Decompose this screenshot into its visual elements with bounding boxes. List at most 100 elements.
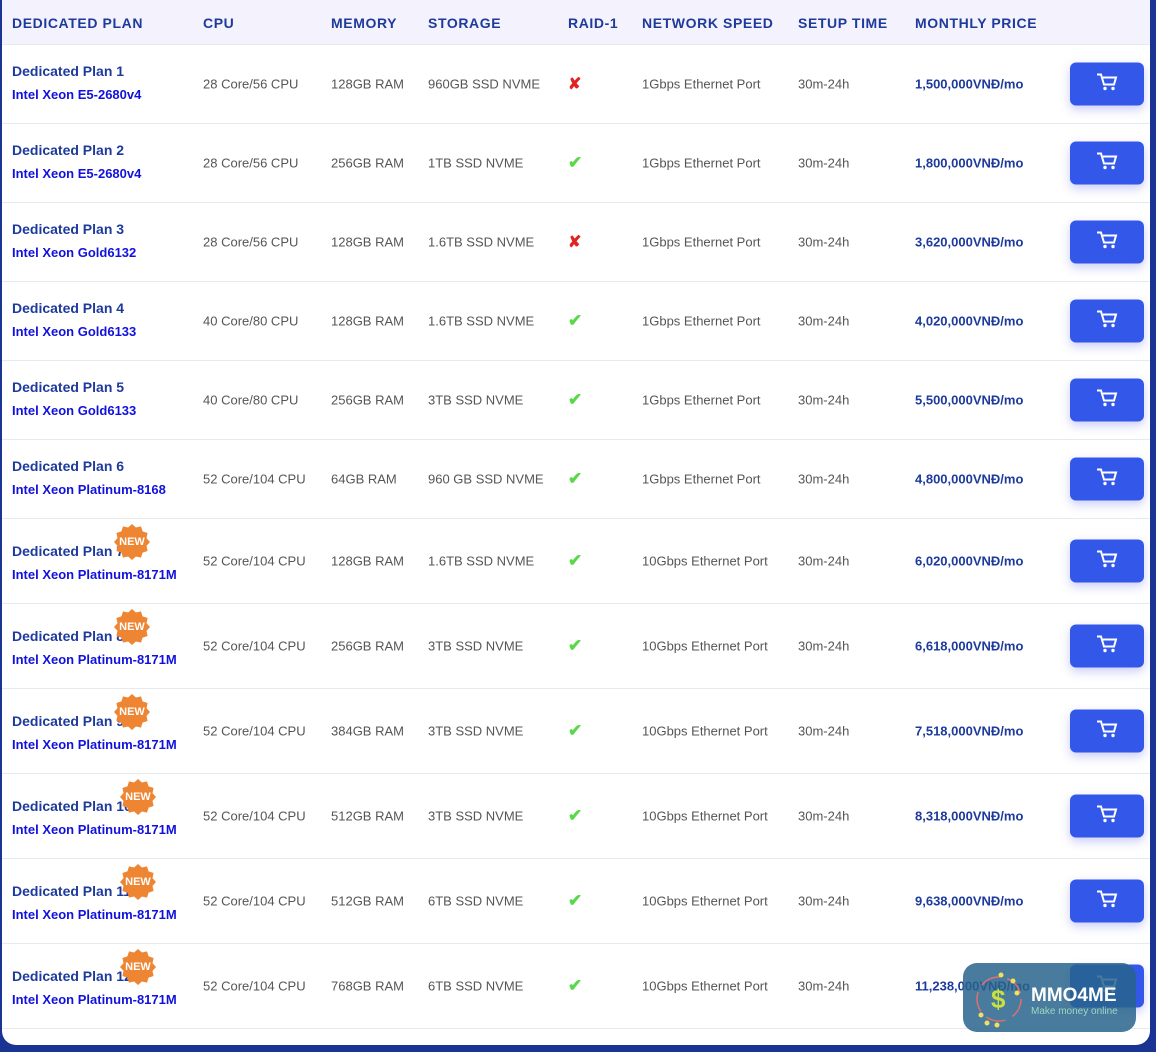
memory: 128GB RAM xyxy=(331,234,404,250)
cross-icon: ✘ xyxy=(568,76,582,93)
cpu-cores: 52 Core/104 CPU xyxy=(203,723,306,739)
cart-icon xyxy=(1096,310,1118,333)
storage: 6TB SSD NVME xyxy=(428,978,524,994)
add-to-cart-button[interactable] xyxy=(1070,624,1144,668)
cpu-model: Intel Xeon E5-2680v4 xyxy=(12,166,142,181)
network-speed: 10Gbps Ethernet Port xyxy=(642,638,768,654)
add-to-cart-button[interactable] xyxy=(1070,220,1144,264)
storage: 3TB SSD NVME xyxy=(428,723,524,739)
memory: 256GB RAM xyxy=(331,392,404,408)
add-to-cart-button[interactable] xyxy=(1070,879,1144,923)
cart-icon xyxy=(1096,231,1118,254)
cpu-model: Intel Xeon Platinum-8171M xyxy=(12,822,177,837)
header-price: MONTHLY PRICE xyxy=(915,15,1038,31)
new-badge: NEW xyxy=(120,779,156,815)
table-row: Dedicated Plan 1 Intel Xeon E5-2680v4 28… xyxy=(2,45,1150,124)
plan-name: Dedicated Plan 5 xyxy=(12,379,125,395)
network-speed: 1Gbps Ethernet Port xyxy=(642,76,761,92)
new-badge: NEW xyxy=(114,524,150,560)
plan-name: Dedicated Plan 4 xyxy=(12,300,125,316)
cart-icon xyxy=(1096,805,1118,828)
cart-icon xyxy=(1096,152,1118,175)
header-raid: RAID-1 xyxy=(568,15,619,31)
plan-name: Dedicated Plan 6 xyxy=(12,458,125,474)
add-to-cart-button[interactable] xyxy=(1070,457,1144,501)
new-badge-label: NEW xyxy=(119,536,145,548)
new-badge-label: NEW xyxy=(125,791,151,803)
svg-text:$: $ xyxy=(991,984,1006,1014)
add-to-cart-button[interactable] xyxy=(1070,299,1144,343)
plan-name: Dedicated Plan 12 xyxy=(12,968,132,984)
cpu-model: Intel Xeon Platinum-8171M xyxy=(12,737,177,752)
new-badge: NEW xyxy=(114,609,150,645)
cpu-model: Intel Xeon Gold6133 xyxy=(12,403,137,418)
setup-time: 30m-24h xyxy=(798,155,850,171)
plan-name: Dedicated Plan 3 xyxy=(12,221,125,237)
setup-time: 30m-24h xyxy=(798,553,850,569)
network-speed: 10Gbps Ethernet Port xyxy=(642,723,768,739)
cpu-model: Intel Xeon Platinum-8171M xyxy=(12,992,177,1007)
new-badge-label: NEW xyxy=(125,961,151,973)
network-speed: 1Gbps Ethernet Port xyxy=(642,471,761,487)
memory: 512GB RAM xyxy=(331,893,404,909)
setup-time: 30m-24h xyxy=(798,978,850,994)
check-icon: ✔ xyxy=(568,721,583,740)
cart-icon xyxy=(1096,73,1118,96)
cpu-cores: 40 Core/80 CPU xyxy=(203,313,299,329)
plan-name: Dedicated Plan 2 xyxy=(12,142,125,158)
watermark-title: MMO4ME xyxy=(1031,985,1117,1006)
check-icon: ✔ xyxy=(568,390,583,409)
check-icon: ✔ xyxy=(568,891,583,910)
storage: 1.6TB SSD NVME xyxy=(428,313,535,329)
add-to-cart-button[interactable] xyxy=(1070,709,1144,753)
add-to-cart-button[interactable] xyxy=(1070,794,1144,838)
cpu-cores: 52 Core/104 CPU xyxy=(203,893,306,909)
header-setup: SETUP TIME xyxy=(798,15,888,31)
cpu-model: Intel Xeon E5-2680v4 xyxy=(12,87,142,102)
monthly-price: 4,020,000VNĐ/mo xyxy=(915,313,1024,329)
cpu-cores: 52 Core/104 CPU xyxy=(203,638,306,654)
table-row: Dedicated Plan 9 NEW Intel Xeon Platinum… xyxy=(2,689,1150,774)
cpu-model: Intel Xeon Gold6133 xyxy=(12,324,137,339)
storage: 1.6TB SSD NVME xyxy=(428,553,535,569)
memory: 64GB RAM xyxy=(331,471,397,487)
table-row: Dedicated Plan 11 NEW Intel Xeon Platinu… xyxy=(2,859,1150,944)
setup-time: 30m-24h xyxy=(798,392,850,408)
cart-icon xyxy=(1096,389,1118,412)
header-memory: MEMORY xyxy=(331,15,398,31)
setup-time: 30m-24h xyxy=(798,723,850,739)
pricing-table: DEDICATED PLAN CPU MEMORY STORAGE RAID-1… xyxy=(2,0,1150,1045)
storage: 3TB SSD NVME xyxy=(428,808,524,824)
cart-icon xyxy=(1096,550,1118,573)
add-to-cart-button[interactable] xyxy=(1070,141,1144,185)
table-row: Dedicated Plan 5 Intel Xeon Gold6133 40 … xyxy=(2,361,1150,440)
cross-icon: ✘ xyxy=(568,234,582,251)
cpu-cores: 52 Core/104 CPU xyxy=(203,808,306,824)
memory: 128GB RAM xyxy=(331,313,404,329)
add-to-cart-button[interactable] xyxy=(1070,378,1144,422)
memory: 768GB RAM xyxy=(331,978,404,994)
add-to-cart-button[interactable] xyxy=(1070,539,1144,583)
add-to-cart-button[interactable] xyxy=(1070,62,1144,106)
storage: 6TB SSD NVME xyxy=(428,893,524,909)
plan-name: Dedicated Plan 1 xyxy=(12,63,125,79)
table-row: Dedicated Plan 10 NEW Intel Xeon Platinu… xyxy=(2,774,1150,859)
cpu-model: Intel Xeon Platinum-8171M xyxy=(12,567,177,582)
storage: 3TB SSD NVME xyxy=(428,392,524,408)
network-speed: 1Gbps Ethernet Port xyxy=(642,155,761,171)
check-icon: ✔ xyxy=(568,469,583,488)
cpu-model: Intel Xeon Platinum-8171M xyxy=(12,907,177,922)
memory: 256GB RAM xyxy=(331,638,404,654)
monthly-price: 8,318,000VNĐ/mo xyxy=(915,808,1024,824)
network-speed: 1Gbps Ethernet Port xyxy=(642,313,761,329)
network-speed: 1Gbps Ethernet Port xyxy=(642,234,761,250)
setup-time: 30m-24h xyxy=(798,234,850,250)
monthly-price: 1,800,000VNĐ/mo xyxy=(915,155,1024,171)
table-row: Dedicated Plan 4 Intel Xeon Gold6133 40 … xyxy=(2,282,1150,361)
cpu-model: Intel Xeon Platinum-8168 xyxy=(12,482,166,497)
setup-time: 30m-24h xyxy=(798,808,850,824)
setup-time: 30m-24h xyxy=(798,313,850,329)
cpu-cores: 28 Core/56 CPU xyxy=(203,234,299,250)
cart-icon xyxy=(1096,890,1118,913)
cart-icon xyxy=(1096,720,1118,743)
